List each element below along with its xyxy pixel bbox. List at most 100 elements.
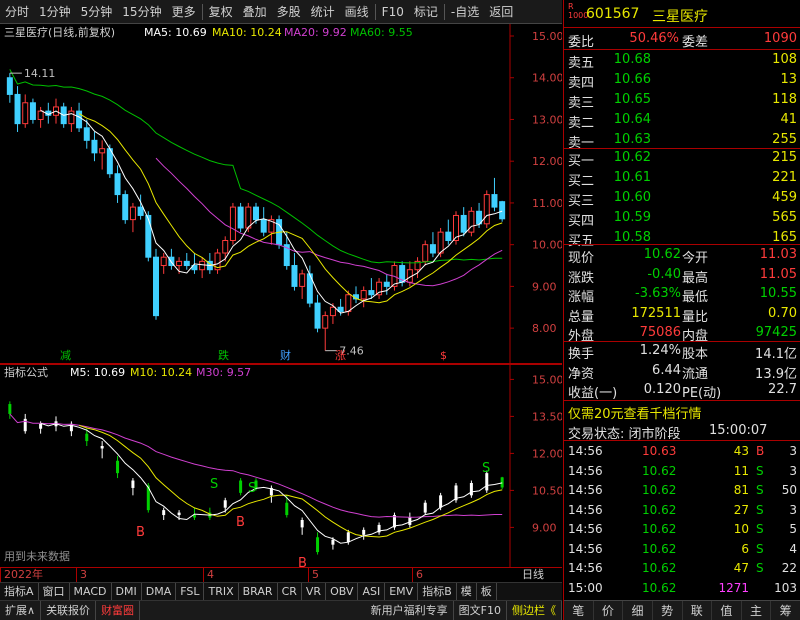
tick-row[interactable]: 14:56 10.62 11 S 3 [564, 462, 800, 481]
toolbar-item-8[interactable]: 统计 [306, 0, 340, 24]
tick-row[interactable]: 14:56 10.63 43 B 3 [564, 442, 800, 461]
candle-body [145, 214, 152, 258]
indicator-tab-2[interactable]: MACD [70, 582, 112, 601]
toolbar-item-11[interactable]: 标记 [409, 0, 443, 24]
ind-bar-body [469, 483, 473, 496]
indicator-tab-12[interactable]: EMV [385, 582, 419, 601]
tick-row[interactable]: 14:56 10.62 10 S 5 [564, 520, 800, 539]
ind-bar-body [300, 520, 304, 528]
bids-row[interactable]: 买四 10.59 565 [564, 208, 800, 229]
quote-nav-3[interactable]: 势 [653, 601, 683, 620]
ind-bar-body [285, 502, 289, 516]
quote-nav-4[interactable]: 联 [683, 601, 713, 620]
bottom-right-item-0[interactable]: 新用户福利专享 [366, 600, 454, 620]
tick-row[interactable]: 15:00 10.62 1271 103 [564, 579, 800, 598]
tick-count: 50 [781, 483, 797, 497]
bottom-item-2[interactable]: 财富圈 [96, 600, 141, 620]
toolbar-item-7[interactable]: 多股 [272, 0, 306, 24]
toolbar-item-12[interactable]: -自选 [446, 0, 484, 24]
ind-bar-body [162, 510, 166, 516]
asks-row[interactable]: 卖二 10.64 41 [564, 110, 800, 131]
indicator-tab-6[interactable]: TRIX [204, 582, 239, 601]
stat-value2: 11.03 [759, 247, 797, 262]
indicator-tab-5[interactable]: FSL [176, 582, 205, 601]
indicator-tab-13[interactable]: 指标B [418, 582, 457, 601]
candle-body [345, 294, 352, 312]
stat-value2: 97425 [755, 325, 797, 340]
tick-row[interactable]: 14:56 10.62 6 S 4 [564, 540, 800, 559]
stat-value2: 22.7 [768, 382, 797, 397]
indicator-tab-15[interactable]: 板 [477, 582, 497, 601]
toolbar-item-13[interactable]: 返回 [484, 0, 518, 24]
price-tick-label: 10.00 [532, 239, 562, 252]
bids-row[interactable]: 买三 10.60 459 [564, 188, 800, 209]
main-legend-0: 三星医疗(日线,前复权) [4, 25, 115, 39]
candle-body [260, 219, 267, 233]
main-legend-4: MA60: 9.55 [350, 26, 413, 39]
kline-chart[interactable]: 15.00 14.00 13.00 12.00 11.00 10.00 9.00 8.00 三星… [0, 24, 562, 364]
ind-bar-body [331, 539, 335, 545]
toolbar-item-10[interactable]: F10 [377, 0, 409, 24]
ind-bar-body [362, 529, 366, 535]
quote-nav-7[interactable]: 筹 [771, 601, 800, 620]
bids-row[interactable]: 买二 10.61 221 [564, 168, 800, 189]
book-volume: 108 [772, 52, 797, 67]
toolbar-item-9[interactable]: 画线 [340, 0, 374, 24]
indicator-tab-14[interactable]: 模 [457, 582, 477, 601]
tick-price: 10.62 [642, 502, 677, 517]
asks-row[interactable]: 卖一 10.63 255 [564, 130, 800, 151]
quote-nav-5[interactable]: 值 [712, 601, 742, 620]
promo-row[interactable]: 仅需20元查看千档行情 [564, 401, 800, 422]
stat-value: -3.63% [635, 286, 681, 301]
bottom-right-item-2[interactable]: 侧边栏《 [507, 600, 562, 620]
asks-row[interactable]: 卖五 10.68 108 [564, 50, 800, 71]
indicator-tab-10[interactable]: OBV [326, 582, 359, 601]
ind-bar-body [177, 512, 181, 516]
quote-nav-0[interactable]: 笔 [564, 601, 594, 620]
quote-nav-2[interactable]: 细 [623, 601, 653, 620]
tick-price: 10.62 [642, 522, 677, 536]
bids-row[interactable]: 买一 10.62 215 [564, 148, 800, 169]
bottom-item-0[interactable]: 扩展∧ [0, 600, 42, 620]
indicator-tab-1[interactable]: 窗口 [39, 582, 70, 601]
indicator-tab-7[interactable]: BRAR [239, 582, 278, 601]
tick-volume: 81 [733, 483, 749, 497]
tick-row[interactable]: 14:56 10.62 27 S 3 [564, 501, 800, 520]
bottom-item-1[interactable]: 关联报价 [41, 600, 97, 620]
ind-bar-body [39, 423, 43, 429]
stat-value: 0.120 [643, 382, 681, 397]
indicator-chart[interactable]: 15.00 13.50 12.00 10.50 9.00 指标公式 M5: 10.69 M10… [0, 364, 562, 567]
toolbar-item-6[interactable]: 叠加 [238, 0, 272, 24]
indicator-tab-11[interactable]: ASI [358, 582, 386, 601]
indicator-tab-4[interactable]: DMA [142, 582, 177, 601]
indicator-tab-9[interactable]: VR [302, 582, 327, 601]
asks-row[interactable]: 卖三 10.65 118 [564, 90, 800, 111]
stat-value: 6.44 [652, 362, 681, 378]
quote-nav-1[interactable]: 价 [594, 601, 624, 620]
quote-nav-6[interactable]: 主 [742, 601, 772, 620]
event-marker-3: 涨 [335, 349, 346, 362]
toolbar-item-2[interactable]: 5分钟 [76, 0, 118, 24]
toolbar-item-5[interactable]: 复权 [204, 0, 238, 24]
toolbar-item-0[interactable]: 分时 [0, 0, 34, 24]
candle-body [499, 201, 506, 220]
toolbar-item-1[interactable]: 1分钟 [34, 0, 76, 24]
promo-text[interactable]: 仅需20元查看千档行情 [568, 403, 702, 422]
indicator-tab-3[interactable]: DMI [112, 582, 142, 601]
weicha-label: 委差 [682, 35, 709, 50]
toolbar-item-4[interactable]: 更多 [167, 0, 201, 24]
candle-body [68, 110, 75, 125]
asks-row[interactable]: 卖四 10.66 13 [564, 70, 800, 91]
date-axis-right-label: 日线 [522, 568, 544, 581]
indicator-tab-8[interactable]: CR [278, 582, 302, 601]
tick-time: 14:56 [568, 444, 603, 458]
indicator-tab-0[interactable]: 指标A [0, 582, 39, 601]
tick-row[interactable]: 14:56 10.62 47 S 22 [564, 559, 800, 578]
stat-label2: 最低 [682, 290, 709, 305]
ind-bar-body [116, 460, 120, 474]
event-marker-1: 跌 [218, 348, 229, 362]
toolbar-item-3[interactable]: 15分钟 [117, 0, 166, 24]
book-label: 卖五 [568, 56, 595, 71]
bottom-right-item-1[interactable]: 图文F10 [454, 600, 507, 620]
tick-row[interactable]: 14:56 10.62 81 S 50 [564, 481, 800, 500]
